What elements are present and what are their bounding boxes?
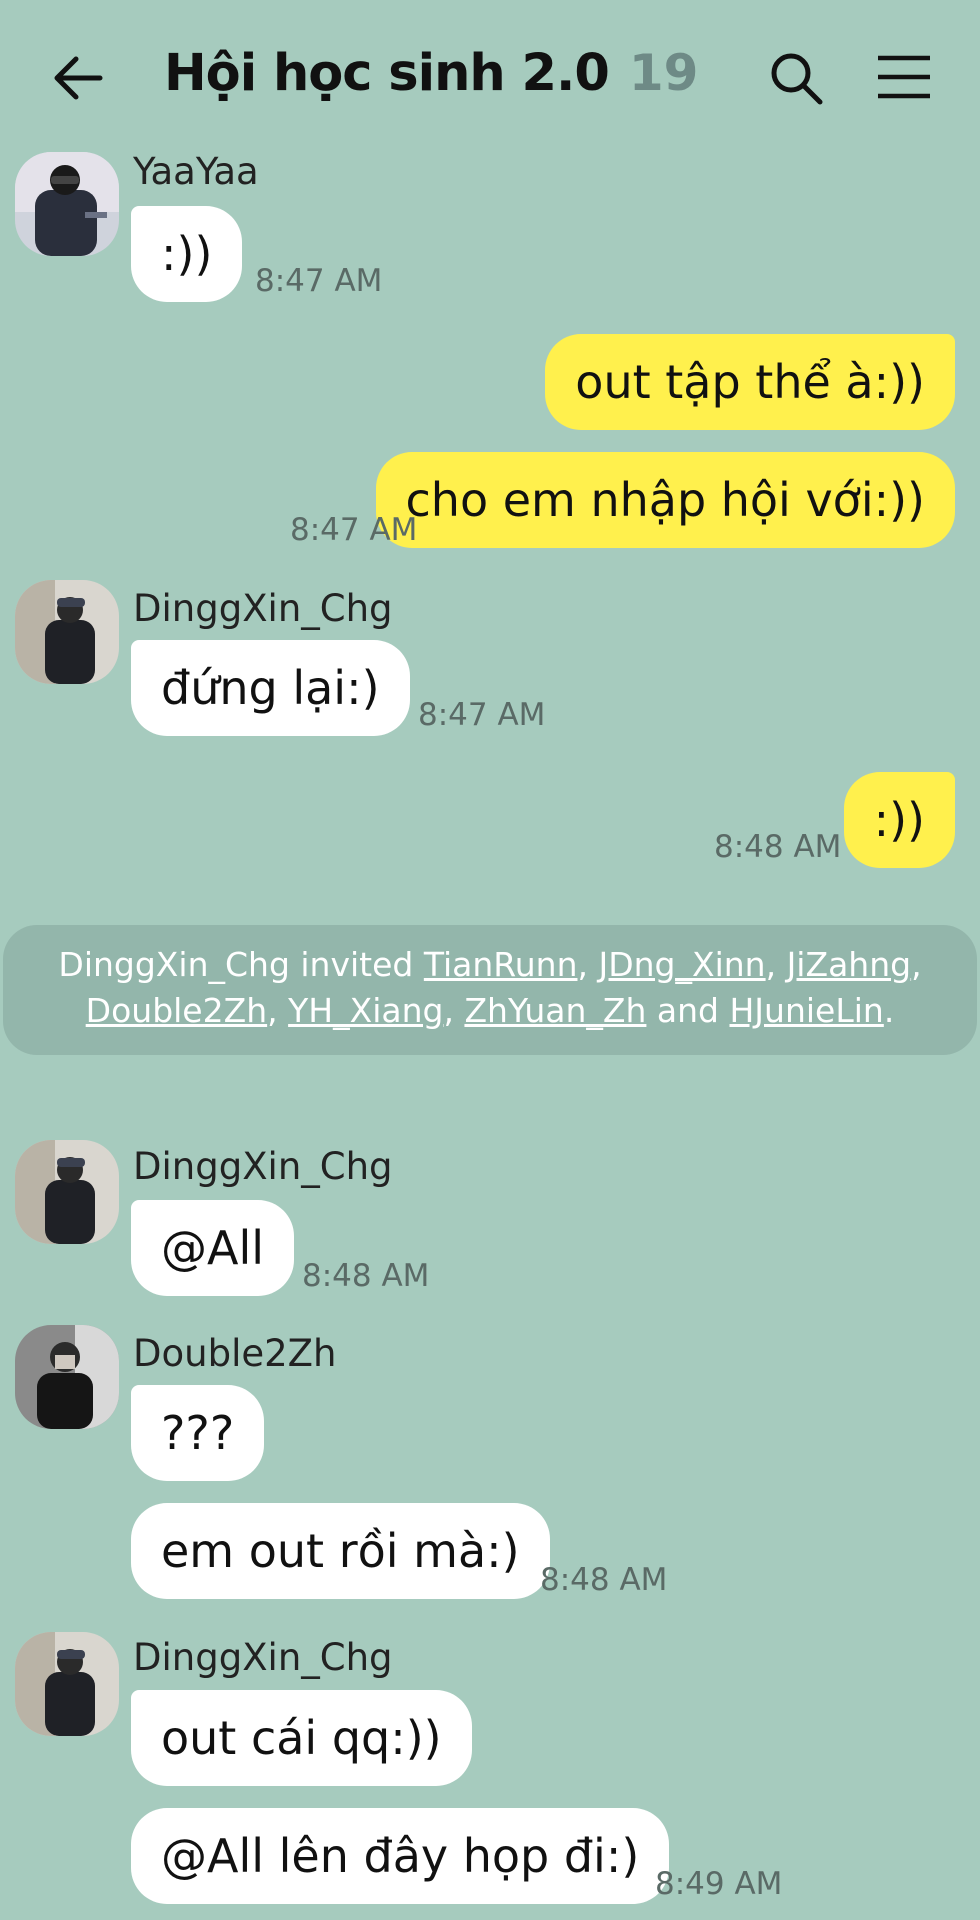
chat-title: Hội học sinh 2.0	[164, 44, 610, 103]
invitee-link[interactable]: HJunieLin	[729, 991, 883, 1030]
inviter-name: DinggXin_Chg	[58, 945, 290, 984]
my-message-bubble[interactable]: out tập thể à:))	[545, 334, 955, 430]
member-count: 19	[628, 44, 699, 102]
avatar-photo	[15, 1140, 119, 1244]
invitee-link[interactable]: Double2Zh	[86, 991, 267, 1030]
message-time: 8:47 AM	[290, 512, 418, 548]
invitee-link[interactable]: TianRunn	[424, 945, 578, 984]
sender-name: Double2Zh	[133, 1332, 337, 1375]
message-time: 8:48 AM	[302, 1258, 430, 1294]
message-bubble[interactable]: :))	[131, 206, 243, 302]
avatar-photo	[15, 580, 119, 684]
avatar-photo	[15, 1325, 119, 1429]
avatar-dinggxin[interactable]	[15, 1140, 119, 1244]
sender-name: DinggXin_Chg	[133, 1145, 393, 1188]
message-time: 8:47 AM	[418, 697, 546, 733]
message-time: 8:48 AM	[714, 829, 842, 865]
message-bubble[interactable]: ???	[131, 1385, 265, 1481]
my-message-bubble[interactable]: :))	[843, 772, 955, 868]
invitee-link[interactable]: JDng_Xinn	[598, 945, 765, 984]
chat-header: Hội học sinh 2.0 19	[0, 0, 980, 150]
message-time: 8:47 AM	[255, 263, 383, 299]
avatar-yaayaa[interactable]	[15, 152, 119, 256]
search-button[interactable]	[768, 50, 824, 106]
message-time: 8:49 AM	[655, 1866, 783, 1902]
chat-title-group[interactable]: Hội học sinh 2.0 19	[164, 44, 698, 114]
my-message-bubble[interactable]: cho em nhập hội với:))	[375, 452, 955, 548]
system-invite-notice: DinggXin_Chg invited TianRunn, JDng_Xinn…	[3, 925, 977, 1055]
menu-button[interactable]	[876, 54, 932, 100]
back-button[interactable]	[48, 48, 108, 108]
message-bubble[interactable]: em out rồi mà:)	[131, 1503, 550, 1599]
avatar-dinggxin[interactable]	[15, 1632, 119, 1736]
message-bubble[interactable]: @All	[131, 1200, 295, 1296]
invitee-link[interactable]: YH_Xiang	[288, 991, 443, 1030]
hamburger-menu-icon	[878, 55, 930, 99]
search-icon	[771, 53, 823, 105]
invitee-link[interactable]: JiZahng	[787, 945, 912, 984]
sender-name: DinggXin_Chg	[133, 587, 393, 630]
avatar-dinggxin[interactable]	[15, 580, 119, 684]
message-bubble[interactable]: @All lên đây họp đi:)	[131, 1808, 670, 1904]
sender-name: YaaYaa	[133, 150, 259, 193]
invitee-link[interactable]: ZhYuan_Zh	[464, 991, 646, 1030]
message-bubble[interactable]: out cái qq:))	[131, 1690, 472, 1786]
arrow-left-icon	[54, 56, 103, 100]
avatar-double2zh[interactable]	[15, 1325, 119, 1429]
avatar-photo	[15, 1632, 119, 1736]
avatar-photo	[15, 152, 119, 256]
sender-name: DinggXin_Chg	[133, 1636, 393, 1679]
message-bubble[interactable]: đứng lại:)	[131, 640, 410, 736]
message-time: 8:48 AM	[540, 1562, 668, 1598]
